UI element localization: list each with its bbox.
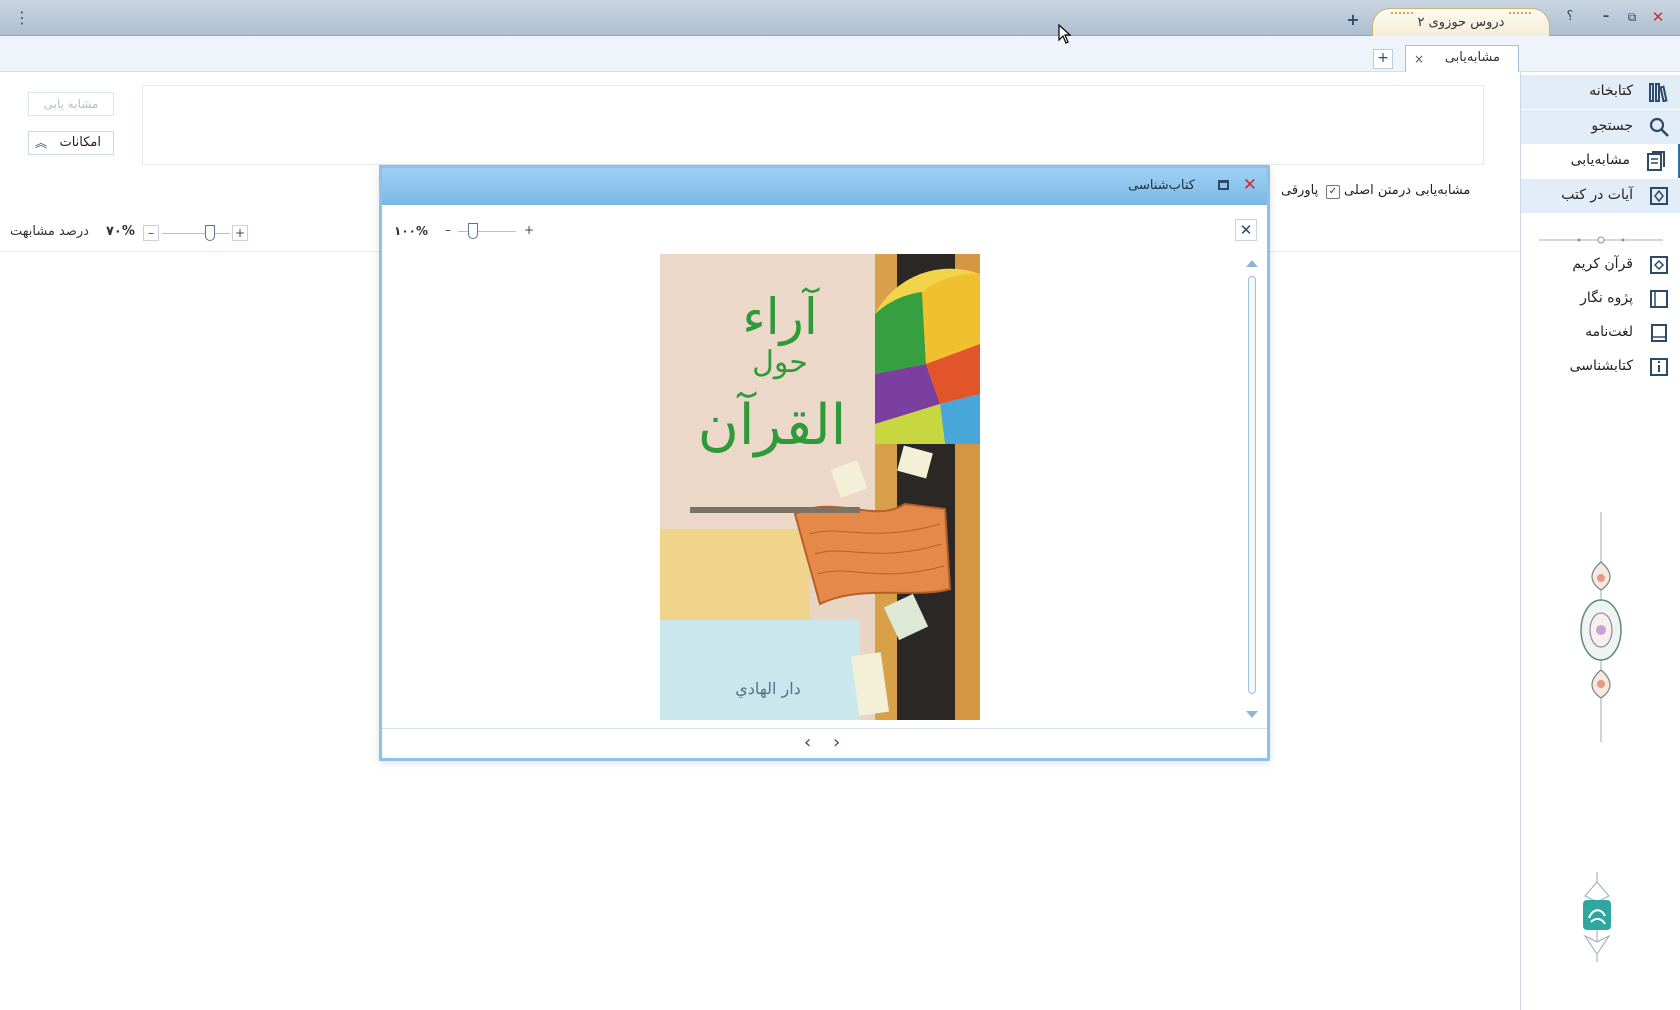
increase-similarity-button[interactable]: +: [232, 225, 248, 241]
next-page-icon[interactable]: ›: [833, 734, 840, 752]
document-tab[interactable]: دروس حوزوی ۲: [1372, 8, 1550, 36]
search-icon: [1649, 117, 1669, 137]
sidebar-item-quran[interactable]: قرآن کریم: [1521, 248, 1680, 282]
zoom-slider-track[interactable]: [458, 231, 516, 232]
sidebar-item-dictionary[interactable]: لغت‌نامه: [1521, 316, 1680, 350]
app-menu-icon[interactable]: ⋮: [14, 8, 30, 28]
mouse-cursor-icon: [1058, 24, 1072, 44]
dialog-title-bar[interactable]: کتاب‌شناسی ✕: [382, 168, 1267, 205]
tab-label: مشابه‌یابی: [1444, 50, 1500, 65]
search-in-label: مشابه‌یابی در: [1399, 183, 1471, 198]
minimize-button[interactable]: –: [1597, 8, 1615, 26]
similarity-percent-label: درصد مشابهت: [10, 224, 89, 239]
verses-icon: [1650, 187, 1668, 205]
close-tab-icon[interactable]: ×: [1414, 52, 1424, 66]
research-notebook-icon: [1650, 290, 1668, 308]
sidebar-item-search[interactable]: جستجو: [1521, 110, 1680, 144]
page-tab-bar: + × مشابه‌یابی: [0, 36, 1680, 94]
cover-publisher: دار الهادي: [735, 679, 801, 698]
cover-title-line3: القرآن: [698, 391, 847, 458]
sidebar-item-bibliography[interactable]: کتابشناسی: [1521, 350, 1680, 384]
similarity-slider-track[interactable]: [162, 233, 230, 234]
sidebar-item-library[interactable]: کتابخانه: [1521, 75, 1680, 109]
dialog-footer: ‹ ›: [382, 728, 1267, 758]
divider-ornament: [1539, 236, 1663, 244]
book-cover-image: آراء حول القرآن دار الهادي: [660, 254, 980, 720]
decorative-ornament: [1580, 512, 1622, 742]
bibliography-icon: [1650, 358, 1668, 376]
cover-title-line1: آراء: [742, 287, 820, 347]
stained-glass-arch: [875, 268, 980, 444]
tab-similarity[interactable]: × مشابه‌یابی: [1405, 45, 1519, 72]
zoom-slider-thumb[interactable]: [467, 223, 478, 239]
zoom-in-button[interactable]: +: [521, 223, 537, 239]
bibliography-dialog: کتاب‌شناسی ✕ ۱۰۰% – + ✕: [379, 165, 1270, 761]
close-button[interactable]: ✕: [1649, 8, 1667, 26]
sidebar-item-label: آیات در کتب: [1561, 187, 1633, 203]
footnote-label: پاورقی: [1281, 183, 1319, 198]
help-icon[interactable]: ؟: [1561, 8, 1579, 26]
main-text-label: متن اصلی: [1344, 183, 1399, 198]
chevron-up-double-icon: ︽: [35, 136, 48, 150]
sidebar-item-label: جستجو: [1591, 118, 1633, 134]
similarity-percent-value: ۷۰%: [106, 224, 135, 239]
previous-page-icon[interactable]: ‹: [804, 734, 811, 752]
quran-icon: [1650, 256, 1668, 274]
new-doc-tab-button[interactable]: +: [1345, 12, 1361, 28]
add-page-tab-button[interactable]: +: [1373, 49, 1393, 69]
similarity-slider-thumb[interactable]: [204, 225, 215, 241]
noor-logo-icon: [1583, 872, 1611, 962]
restore-button[interactable]: ⧉: [1623, 8, 1641, 26]
similarity-text-input[interactable]: [142, 85, 1484, 165]
dictionary-icon: [1651, 324, 1667, 342]
sidebar-item-label: پژوه نگار: [1580, 290, 1633, 306]
tab-ornament-icon: [1509, 12, 1531, 18]
sidebar-item-label: قرآن کریم: [1572, 256, 1633, 272]
scroll-up-arrow-icon[interactable]: [1246, 260, 1258, 267]
similarity-icon: [1647, 151, 1665, 171]
similarity-search-button[interactable]: مشابه یابی: [28, 92, 114, 116]
cover-title-line2: حول: [752, 345, 808, 380]
dialog-close-button[interactable]: ✕: [1243, 176, 1257, 194]
library-icon: [1649, 83, 1668, 103]
zoom-percent: ۱۰۰%: [394, 224, 428, 238]
document-tab-label: دروس حوزوی ۲: [1417, 15, 1505, 30]
sidebar-item-label: لغت‌نامه: [1585, 324, 1633, 340]
options-button-label: امکانات: [59, 135, 101, 150]
dialog-title: کتاب‌شناسی: [1128, 178, 1195, 193]
scrollbar[interactable]: [1248, 276, 1256, 694]
sidebar-item-label: مشابه‌یابی: [1570, 152, 1630, 168]
title-bar: ⋮ + دروس حوزوی ۲ ؟ – ⧉ ✕: [0, 0, 1680, 36]
sidebar-item-label: کتابخانه: [1589, 83, 1633, 99]
scroll-down-arrow-icon[interactable]: [1246, 711, 1258, 718]
sidebar: کتابخانه جستجو مشابه‌یابی آیات در کتب: [1520, 72, 1680, 1010]
maximize-icon[interactable]: [1218, 180, 1229, 190]
zoom-out-button[interactable]: –: [440, 223, 456, 239]
tab-ornament-icon: [1391, 12, 1413, 18]
sidebar-item-label: کتابشناسی: [1569, 358, 1633, 374]
sidebar-item-research-notes[interactable]: پژوه نگار: [1521, 282, 1680, 316]
options-button[interactable]: ︽ امکانات: [28, 131, 114, 155]
sidebar-item-similarity[interactable]: مشابه‌یابی: [1521, 144, 1680, 178]
main-text-checkbox[interactable]: ✓: [1326, 185, 1340, 199]
viewer-close-button[interactable]: ✕: [1235, 219, 1257, 241]
decrease-similarity-button[interactable]: –: [143, 225, 159, 241]
sidebar-item-verses[interactable]: آیات در کتب: [1521, 179, 1680, 213]
